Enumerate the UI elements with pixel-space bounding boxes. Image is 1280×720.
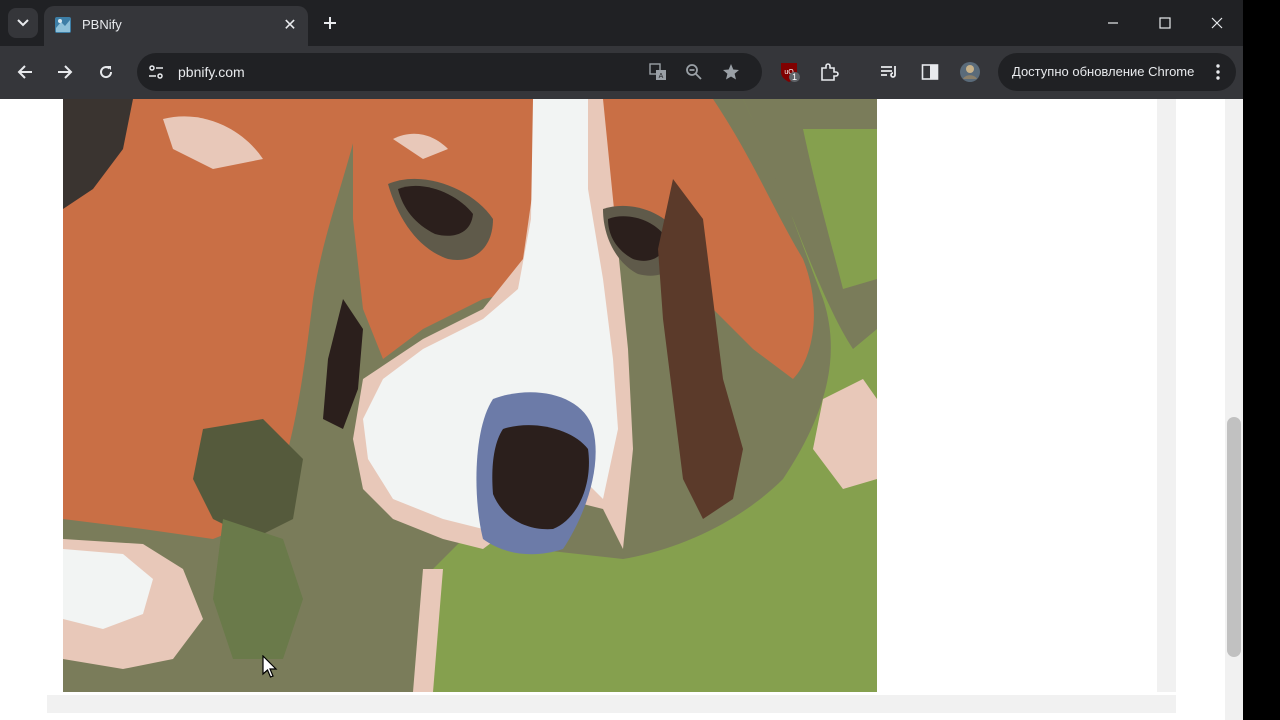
tab-strip: PBNify ✕ xyxy=(0,0,1243,46)
forward-button[interactable] xyxy=(51,58,79,86)
minimize-button[interactable] xyxy=(1089,8,1137,38)
zoom-button[interactable] xyxy=(684,62,704,82)
bookmark-button[interactable] xyxy=(721,62,741,82)
window-close-icon xyxy=(1211,17,1223,29)
pbnify-favicon xyxy=(55,17,71,33)
tab-title: PBNify xyxy=(82,17,122,32)
new-tab-button[interactable] xyxy=(318,11,342,35)
back-icon xyxy=(17,65,32,79)
address-bar[interactable]: pbnify.com A xyxy=(137,53,762,91)
screen-edge xyxy=(1243,0,1280,720)
media-icon xyxy=(881,66,896,78)
svg-text:A: A xyxy=(659,73,664,80)
extensions-icon xyxy=(821,63,839,81)
media-controls-button[interactable] xyxy=(877,60,901,84)
zoom-icon xyxy=(686,64,702,80)
extension-badge: 1 xyxy=(789,72,801,82)
more-menu-button[interactable] xyxy=(1210,62,1226,82)
tab-search-button[interactable] xyxy=(8,8,38,38)
translate-icon: A xyxy=(649,63,666,80)
maximize-button[interactable] xyxy=(1141,8,1189,38)
browser-chrome: PBNify ✕ pbnify.com A uO 1 Доступно обно… xyxy=(0,0,1243,99)
paint-by-number-image xyxy=(63,99,877,692)
tab-pbnify[interactable]: PBNify ✕ xyxy=(44,6,308,46)
profile-button[interactable] xyxy=(958,60,982,84)
tab-search-icon xyxy=(17,19,29,27)
url-text[interactable]: pbnify.com xyxy=(178,64,245,80)
ublock-extension[interactable]: uO 1 xyxy=(777,60,801,84)
page-scroll-thumb[interactable] xyxy=(1227,417,1241,657)
inner-horizontal-scrollbar[interactable] xyxy=(47,695,1176,713)
maximize-icon xyxy=(1159,17,1171,29)
plus-icon xyxy=(324,17,336,29)
star-icon xyxy=(723,64,739,80)
side-panel-icon xyxy=(921,64,939,80)
window-close-button[interactable] xyxy=(1193,8,1241,38)
inner-vertical-scrollbar[interactable] xyxy=(1157,99,1176,692)
mouse-cursor-icon xyxy=(262,655,278,678)
translate-button[interactable]: A xyxy=(648,62,668,82)
more-vert-icon xyxy=(1216,64,1220,80)
back-button[interactable] xyxy=(11,58,39,86)
reload-icon xyxy=(100,66,113,79)
toolbar: pbnify.com A uO 1 Доступно обновление Ch… xyxy=(0,46,1243,99)
profile-avatar xyxy=(960,62,980,82)
chrome-update-button[interactable]: Доступно обновление Chrome xyxy=(998,53,1236,91)
extensions-button[interactable] xyxy=(817,60,841,84)
site-info-icon[interactable] xyxy=(147,63,165,81)
minimize-icon xyxy=(1108,22,1118,24)
forward-icon xyxy=(58,65,73,79)
close-icon[interactable]: ✕ xyxy=(280,15,300,35)
update-label: Доступно обновление Chrome xyxy=(1012,64,1195,79)
reload-button[interactable] xyxy=(92,58,120,86)
page-viewport xyxy=(0,99,1243,720)
side-panel-button[interactable] xyxy=(918,60,942,84)
